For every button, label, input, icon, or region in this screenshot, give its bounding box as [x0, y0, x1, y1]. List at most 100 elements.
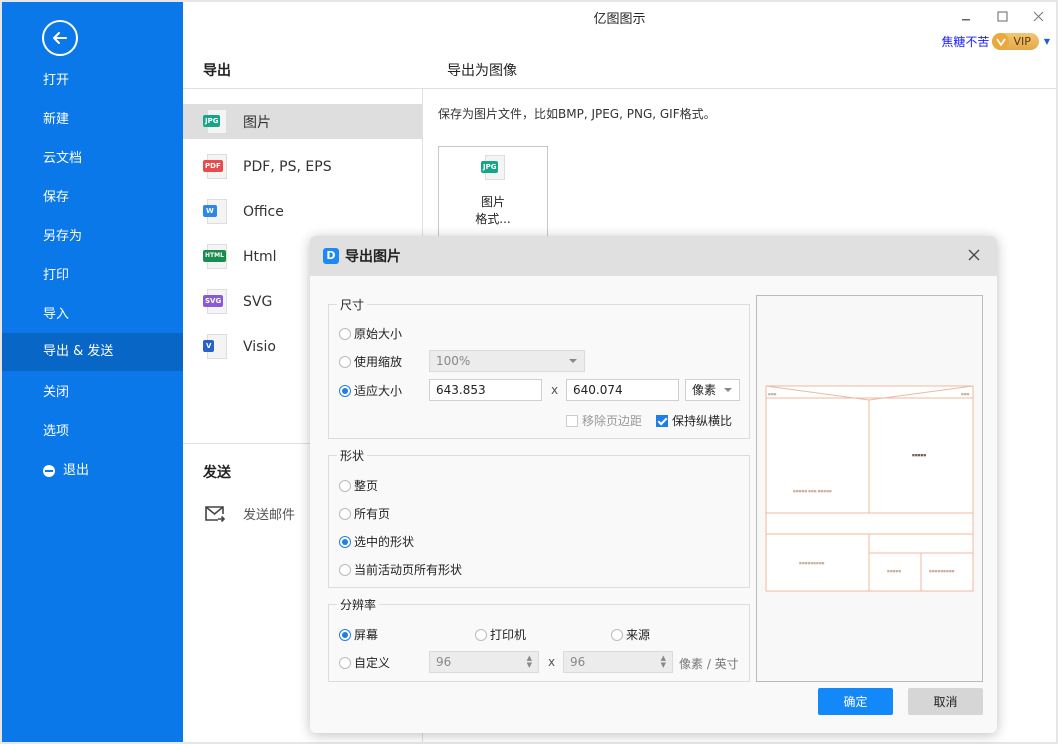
radio-button[interactable] [611, 628, 623, 641]
remove-margin-checkbox[interactable]: 移除页边距 [566, 412, 642, 429]
height-value: 640.074 [573, 383, 623, 397]
sidebar-item-print[interactable]: 打印 [2, 257, 183, 295]
sidebar-item-options[interactable]: 选项 [2, 413, 183, 451]
format-item-pdf[interactable]: PDF PDF, PS, EPS [183, 149, 422, 184]
format-label: 图片 [243, 114, 271, 131]
radio-button[interactable] [339, 628, 351, 641]
radio-label: 当前活动页所有形状 [354, 563, 463, 577]
sidebar-item-open[interactable]: 打开 [2, 62, 183, 100]
svg-text:■■■■■■■■■: ■■■■■■■■■ [929, 569, 955, 573]
html-file-icon: HTML [203, 243, 229, 270]
radio-fit-size[interactable]: 适应大小 [339, 382, 402, 399]
image-format-card[interactable]: JPG 图片 格式... [438, 146, 548, 246]
zoom-select[interactable]: 100% [429, 350, 585, 372]
radio-label: 所有页 [354, 507, 391, 521]
sidebar-item-new[interactable]: 新建 [2, 101, 183, 139]
radio-use-zoom[interactable]: 使用缩放 [339, 353, 402, 370]
checkbox[interactable] [656, 414, 668, 427]
close-icon [1033, 11, 1043, 21]
radio-button[interactable] [339, 327, 351, 340]
radio-label: 适应大小 [354, 384, 403, 398]
visio-file-icon: V [203, 333, 229, 360]
jpg-file-icon: JPG [203, 108, 229, 135]
vip-badge: VIP [992, 33, 1039, 50]
checkbox-label: 保持纵横比 [672, 414, 733, 428]
sidebar-item-label: 打开 [43, 73, 70, 88]
sidebar-item-exit[interactable]: 退出 [2, 452, 183, 490]
radio-label: 来源 [626, 628, 651, 642]
window-close-button[interactable] [1028, 6, 1048, 26]
spinner-arrows-icon[interactable]: ▲ ▼ [527, 655, 532, 669]
minus-circle-icon [43, 465, 55, 477]
header-divider [183, 88, 1056, 89]
svg-file-icon: SVG [203, 288, 229, 315]
checkbox[interactable] [566, 414, 578, 427]
size-group: 尺寸 原始大小 使用缩放 100% 适应大小 643.853 x 640.074… [328, 296, 750, 439]
sidebar-item-label: 新建 [43, 112, 70, 127]
chevron-down-icon [569, 359, 577, 363]
height-input[interactable]: 640.074 [566, 379, 679, 401]
sidebar-item-label: 导出 & 发送 [43, 344, 114, 359]
radio-button[interactable] [475, 628, 487, 641]
format-label: Office [243, 203, 284, 220]
resolution-group: 分辨率 屏幕 打印机 来源 自定义 96 ▲ ▼ x 96 ▲ ▼ 像素 / 英… [328, 596, 750, 682]
cancel-button[interactable]: 取消 [908, 688, 983, 715]
width-input[interactable]: 643.853 [429, 379, 542, 401]
radio-button[interactable] [339, 535, 351, 548]
sidebar-item-export-send[interactable]: 导出 & 发送 [2, 333, 183, 371]
radio-button[interactable] [339, 563, 351, 576]
minimize-button[interactable] [956, 6, 976, 26]
radio-button[interactable] [339, 355, 351, 368]
radio-button[interactable] [339, 656, 351, 669]
sidebar-item-cloud-docs[interactable]: 云文档 [2, 140, 183, 178]
dpi-y-spinner[interactable]: 96 ▲ ▼ [563, 651, 673, 673]
radio-current-page-shapes[interactable]: 当前活动页所有形状 [339, 561, 462, 578]
format-label: PDF, PS, EPS [243, 158, 332, 175]
dialog-titlebar[interactable]: D 导出图片 [310, 236, 997, 276]
svg-text:■■■■■: ■■■■■ [887, 569, 901, 573]
radio-printer[interactable]: 打印机 [475, 626, 526, 643]
radio-custom[interactable]: 自定义 [339, 654, 390, 671]
diamond-icon [992, 33, 1010, 50]
keep-ratio-checkbox[interactable]: 保持纵横比 [656, 412, 732, 429]
radio-all-pages[interactable]: 所有页 [339, 505, 390, 522]
sidebar-item-label: 云文档 [43, 151, 83, 166]
radio-label: 屏幕 [354, 628, 379, 642]
radio-source[interactable]: 来源 [611, 626, 650, 643]
shape-group: 形状 整页 所有页 选中的形状 当前活动页所有形状 [328, 447, 750, 588]
mail-send-icon [205, 505, 226, 522]
send-heading: 发送 [203, 465, 231, 481]
dpi-y-value: 96 [570, 655, 586, 669]
sidebar-item-label: 另存为 [43, 229, 83, 244]
radio-label: 整页 [354, 479, 379, 493]
back-button[interactable] [42, 20, 78, 56]
ok-button[interactable]: 确定 [818, 688, 893, 715]
radio-screen[interactable]: 屏幕 [339, 626, 378, 643]
card-label-line2: 格式... [475, 212, 511, 226]
chevron-down-icon[interactable]: ▼ [1044, 37, 1050, 46]
dpi-x-spinner[interactable]: 96 ▲ ▼ [429, 651, 539, 673]
radio-label: 使用缩放 [354, 355, 403, 369]
size-group-legend: 尺寸 [337, 296, 368, 313]
sidebar-item-save[interactable]: 保存 [2, 179, 183, 217]
spinner-arrows-icon[interactable]: ▲ ▼ [661, 655, 666, 669]
radio-button[interactable] [339, 384, 351, 397]
svg-text:■■■■■: ■■■■■ [912, 453, 926, 457]
right-panel-heading: 导出为图像 [447, 63, 517, 79]
radio-selected-shapes[interactable]: 选中的形状 [339, 533, 414, 550]
sidebar-item-close[interactable]: 关闭 [2, 374, 183, 412]
unit-select[interactable]: 像素 [685, 379, 740, 401]
user-account[interactable]: 焦糖不苦 VIP ▼ [941, 33, 1050, 50]
maximize-button[interactable] [992, 6, 1012, 26]
radio-original-size[interactable]: 原始大小 [339, 325, 402, 342]
radio-button[interactable] [339, 479, 351, 492]
sidebar-item-import[interactable]: 导入 [2, 296, 183, 334]
radio-label: 打印机 [490, 628, 527, 642]
sidebar-item-save-as[interactable]: 另存为 [2, 218, 183, 256]
radio-button[interactable] [339, 507, 351, 520]
format-item-office[interactable]: W Office [183, 194, 422, 229]
format-item-image[interactable]: JPG 图片 [183, 104, 422, 139]
shape-group-legend: 形状 [337, 447, 368, 464]
radio-whole-page[interactable]: 整页 [339, 477, 378, 494]
dialog-close-button[interactable] [967, 248, 983, 264]
